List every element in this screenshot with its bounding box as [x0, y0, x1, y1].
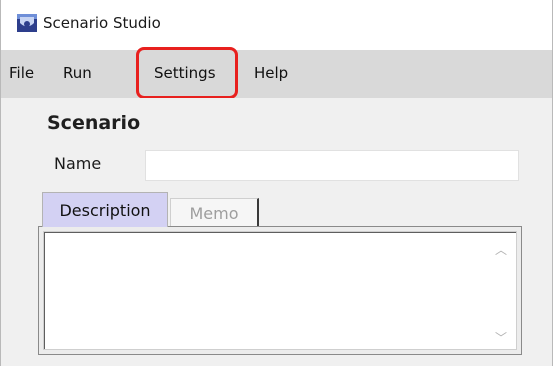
window-title: Scenario Studio	[43, 14, 161, 32]
tab-description[interactable]: Description	[42, 192, 168, 227]
scroll-up-icon[interactable]: ︿	[495, 241, 507, 258]
scenario-panel: Scenario Name Description Memo ︿ ﹀	[1, 98, 552, 366]
name-input[interactable]	[145, 150, 519, 181]
menu-bar: File Run Settings Help	[1, 50, 552, 98]
app-window: Scenario Studio File Run Settings Help S…	[0, 0, 553, 366]
scroll-down-icon[interactable]: ﹀	[495, 329, 507, 346]
section-title: Scenario	[47, 112, 141, 134]
title-bar: Scenario Studio	[1, 0, 552, 50]
tab-memo[interactable]: Memo	[170, 198, 259, 228]
menu-help[interactable]: Help	[254, 64, 288, 82]
menu-run[interactable]: Run	[63, 64, 92, 82]
description-textarea[interactable]	[43, 231, 517, 350]
name-label: Name	[54, 154, 102, 173]
menu-settings[interactable]: Settings	[154, 64, 216, 82]
app-icon	[17, 14, 37, 32]
tab-panel: ︿ ﹀	[38, 226, 522, 355]
menu-file[interactable]: File	[9, 64, 34, 82]
